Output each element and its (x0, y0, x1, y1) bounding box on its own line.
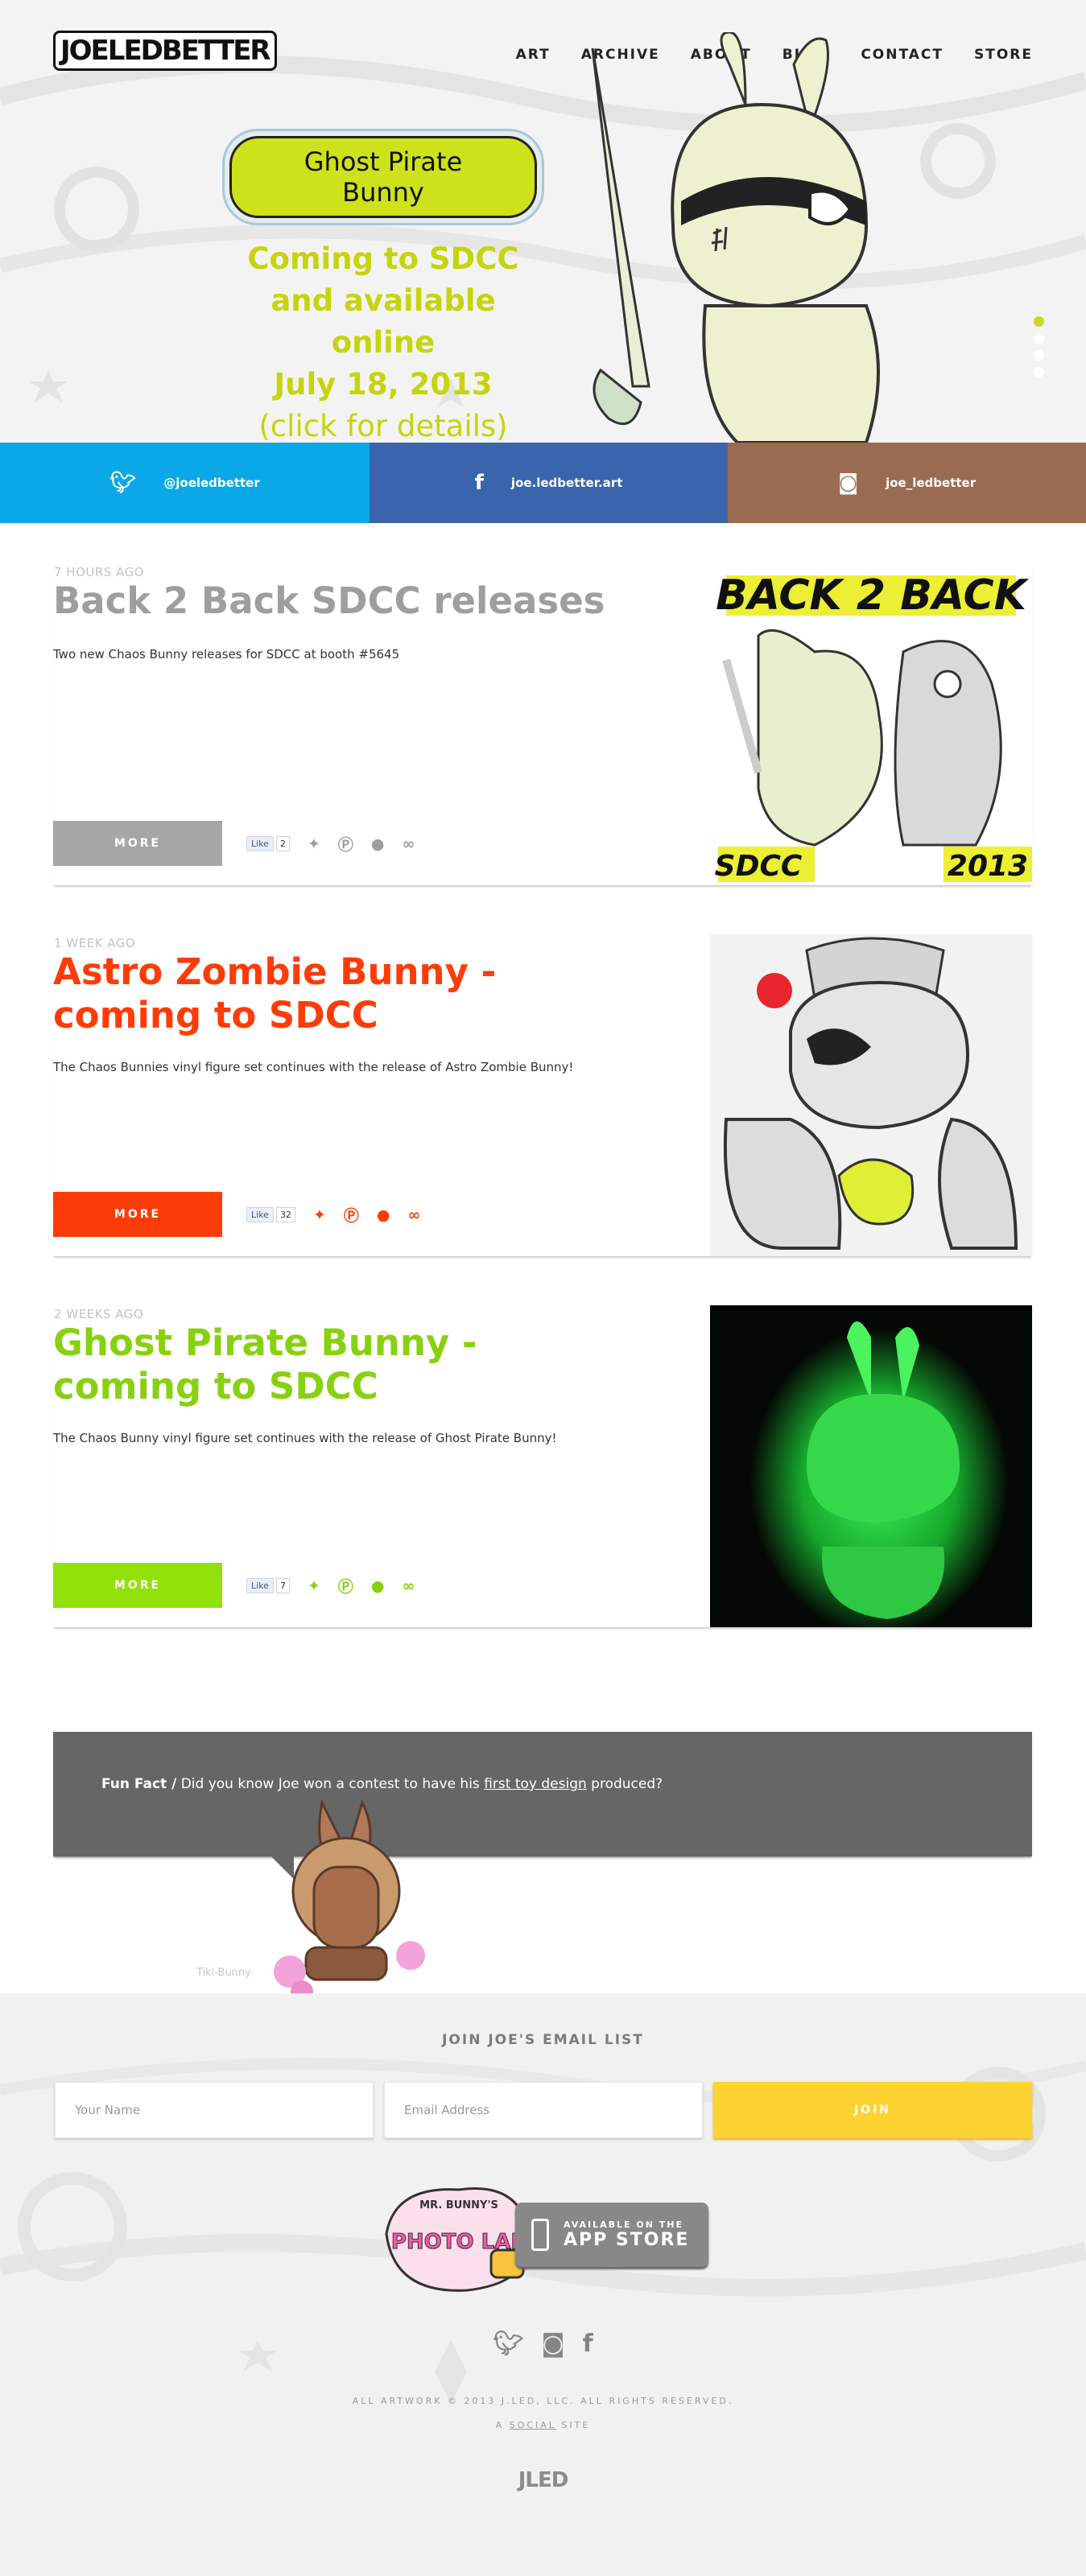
link-icon[interactable]: ∞ (402, 835, 415, 853)
social-bar: 🐦︎ @joeledbetter f joe.ledbetter.art ◙ j… (0, 443, 1086, 523)
site-logo[interactable]: JOELEDBETTER (53, 31, 277, 71)
post-title[interactable]: Ghost Pirate Bunny - coming to SDCC (53, 1321, 617, 1408)
post-excerpt: Two new Chaos Bunny releases for SDCC at… (53, 647, 400, 662)
email-input[interactable]: Email Address (384, 2082, 703, 2138)
hero-line-3: July 18, 2013 (274, 367, 493, 402)
facebook-link[interactable]: f joe.ledbetter.art (370, 443, 728, 523)
facebook-like-button[interactable]: Like 2 (246, 836, 290, 851)
more-button[interactable]: MORE (53, 821, 222, 866)
post-time: 1 WEEK AGO (54, 936, 136, 950)
join-button[interactable]: JOIN (713, 2082, 1032, 2138)
nav-art[interactable]: ART (516, 47, 551, 63)
post-thumbnail[interactable] (710, 934, 1032, 1256)
twitter-icon[interactable]: ✦ (308, 1577, 320, 1595)
thumb-right: 2013 (948, 850, 1028, 883)
twitter-icon: 🐦︎ (109, 471, 137, 495)
tiki-bunny-caption: Tiki-Bunny (196, 1967, 251, 1979)
comment-icon[interactable]: ● (371, 835, 385, 853)
post-title[interactable]: Astro Zombie Bunny - coming to SDCC (53, 950, 617, 1037)
comment-icon[interactable]: ● (377, 1206, 390, 1224)
post-time: 7 HOURS AGO (54, 565, 145, 579)
nav-store[interactable]: STORE (974, 47, 1033, 63)
share-bar: Like 7 ✦ Ⓟ ● ∞ (246, 1575, 415, 1597)
twitter-icon[interactable]: 🐦︎ (493, 2330, 523, 2358)
slider-dot-1[interactable] (1034, 316, 1044, 327)
footer-social: 🐦︎ ◙ f (0, 2330, 1086, 2358)
twitter-icon[interactable]: ✦ (308, 835, 320, 853)
more-button[interactable]: MORE (53, 1192, 222, 1237)
app-store-button[interactable]: AVAILABLE ON THE APP STORE (515, 2203, 708, 2267)
more-button[interactable]: MORE (53, 1563, 222, 1608)
hero-banner[interactable]: JOELEDBETTER ART ARCHIVE ABOUT BLOG CONT… (0, 0, 1086, 443)
share-bar: Like 2 ✦ Ⓟ ● ∞ (246, 833, 415, 855)
hero-line-2: and available online (270, 283, 496, 360)
fun-fact-box: Fun Fact / Did you know Joe won a contes… (53, 1732, 1032, 1857)
app-top-label: MR. BUNNY'S (419, 2199, 498, 2211)
pinterest-icon[interactable]: Ⓟ (338, 833, 353, 855)
post-thumbnail[interactable] (710, 1305, 1032, 1627)
pinterest-icon[interactable]: Ⓟ (344, 1204, 359, 1226)
post-time: 2 WEEKS AGO (54, 1307, 144, 1321)
instagram-link[interactable]: ◙ joe_ledbetter (728, 443, 1086, 523)
facebook-like-button[interactable]: Like 7 (246, 1578, 290, 1593)
twitter-link[interactable]: 🐦︎ @joeledbetter (0, 443, 370, 523)
post-card: 1 WEEK AGO Astro Zombie Bunny - coming t… (53, 934, 1032, 1256)
fun-fact-label: Fun Fact / (101, 1776, 177, 1792)
first-toy-design-link[interactable]: first toy design (484, 1776, 587, 1792)
post-excerpt: The Chaos Bunnies vinyl figure set conti… (53, 1060, 574, 1074)
footer: JOIN JOE'S EMAIL LIST Your Name Email Ad… (0, 1993, 1086, 2576)
hero-line-4[interactable]: (click for details) (222, 406, 544, 443)
facebook-icon[interactable]: f (583, 2330, 593, 2358)
twitter-icon[interactable]: ✦ (313, 1206, 326, 1224)
pinterest-icon[interactable]: Ⓟ (338, 1575, 353, 1597)
thumb-title: BACK 2 BACK (716, 571, 1030, 620)
email-list-title: JOIN JOE'S EMAIL LIST (442, 2032, 644, 2048)
post-title[interactable]: Back 2 Back SDCC releases (53, 579, 617, 623)
hero-line-1: Coming to SDCC (247, 241, 519, 276)
post-card: 2 WEEKS AGO Ghost Pirate Bunny - coming … (53, 1305, 1032, 1627)
facebook-like-button[interactable]: Like 32 (246, 1207, 295, 1222)
post-thumbnail[interactable]: BACK 2 BACK SDCC 2013 (710, 563, 1032, 885)
instagram-icon[interactable]: ◙ (541, 2330, 564, 2358)
thumb-left: SDCC (715, 850, 803, 883)
name-input[interactable]: Your Name (55, 2082, 374, 2138)
social-link[interactable]: SOCIAL (510, 2420, 556, 2430)
post-card: 7 HOURS AGO Back 2 Back SDCC releases Tw… (53, 563, 1032, 885)
post-excerpt: The Chaos Bunny vinyl figure set continu… (53, 1431, 557, 1445)
phone-icon (531, 2219, 549, 2251)
link-icon[interactable]: ∞ (407, 1206, 420, 1224)
slider-dots (1034, 316, 1044, 377)
link-icon[interactable]: ∞ (402, 1577, 415, 1595)
slider-dot-4[interactable] (1034, 367, 1044, 377)
comment-icon[interactable]: ● (371, 1577, 385, 1595)
hero-pill: Ghost Pirate Bunny (222, 129, 544, 225)
copyright: ALL ARTWORK © 2013 J.LED, LLC. ALL RIGHT… (352, 2396, 734, 2406)
facebook-icon: f (474, 471, 484, 495)
slider-dot-3[interactable] (1034, 350, 1044, 361)
hero-promo[interactable]: Ghost Pirate Bunny Coming to SDCC and av… (222, 129, 544, 443)
tiki-bunny-image[interactable] (266, 1795, 435, 2004)
ghost-pirate-bunny-figure (591, 32, 880, 443)
social-site-credit: A SOCIAL SITE (495, 2420, 591, 2430)
share-bar: Like 32 ✦ Ⓟ ● ∞ (246, 1204, 420, 1226)
footer-logo[interactable]: JLED (0, 2468, 1086, 2492)
slider-dot-2[interactable] (1034, 333, 1044, 344)
instagram-icon: ◙ (837, 471, 859, 495)
